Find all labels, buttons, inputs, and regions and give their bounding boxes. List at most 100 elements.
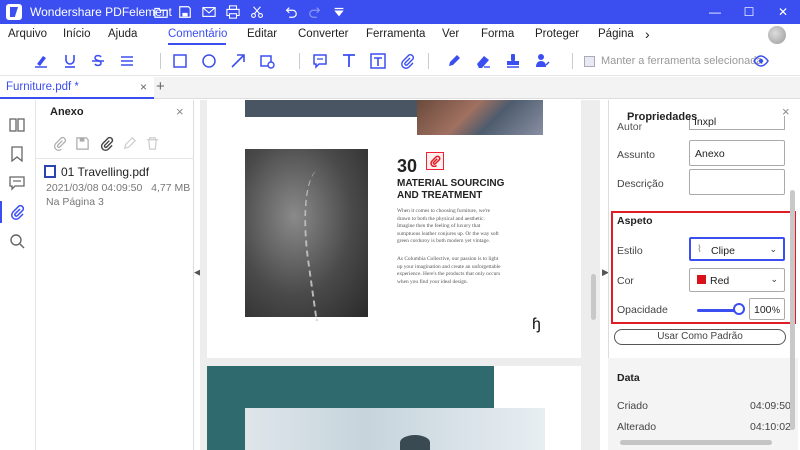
use-as-default-button[interactable]: Usar Como Padrão	[614, 329, 786, 345]
window-controls: — ☐ ✕	[698, 0, 800, 24]
stamp-icon[interactable]	[502, 52, 524, 70]
document-paragraph: When it comes to choosing furniture, we'…	[397, 208, 499, 245]
text-icon[interactable]	[338, 52, 360, 70]
textbox-icon[interactable]	[367, 52, 389, 70]
divider	[36, 158, 194, 159]
menu-converter[interactable]: Converter	[298, 28, 349, 40]
highlight-icon[interactable]	[30, 52, 52, 70]
attachment-date: 2021/03/08 04:09:50	[46, 182, 143, 194]
open-folder-icon[interactable]	[150, 2, 172, 22]
estilo-select[interactable]: ⌇ Clipe ⌄	[689, 237, 785, 261]
undo-icon[interactable]	[280, 2, 302, 22]
thumbnails-icon[interactable]	[6, 114, 28, 136]
print-icon[interactable]	[222, 2, 244, 22]
cursor-icon: ɧ	[532, 316, 541, 333]
assunto-field[interactable]: Anexo	[689, 140, 785, 166]
attachment-file-meta: 2021/03/08 04:09:50 4,77 MB	[46, 182, 190, 194]
pencil-icon[interactable]	[443, 52, 465, 70]
menu-arquivo[interactable]: Arquivo	[8, 28, 47, 40]
attach-icon[interactable]	[396, 52, 418, 70]
document-paragraph: As Columbia Collective, our passion is t…	[397, 256, 501, 285]
criado-label: Criado	[617, 400, 648, 412]
add-attachment-icon[interactable]	[50, 134, 68, 152]
page-header-band	[245, 100, 417, 117]
keep-tool-label: Manter a ferramenta selecionada	[601, 55, 763, 67]
signature-menu-icon[interactable]	[532, 52, 554, 70]
opacity-input[interactable]: 100 %	[749, 298, 785, 320]
menu-proteger[interactable]: Proteger	[535, 28, 579, 40]
minimize-icon[interactable]: —	[698, 0, 732, 24]
circle-icon[interactable]	[198, 52, 220, 70]
attachment-page: Na Página 3	[46, 196, 104, 208]
attachments-icon[interactable]	[6, 201, 28, 223]
attachment-annotation-icon[interactable]	[426, 152, 444, 170]
title-bar: Wondershare PDFelement — ☐ ✕	[0, 0, 800, 24]
menu-more-chevron-icon[interactable]: ›	[645, 26, 650, 42]
menu-ver[interactable]: Ver	[442, 28, 459, 40]
attachment-panel	[36, 100, 194, 450]
cor-value: Red	[710, 275, 730, 287]
arrow-icon[interactable]	[227, 52, 249, 70]
alterado-value: 04:10:02	[750, 421, 791, 433]
attachment-file-name[interactable]: 01 Travelling.pdf	[61, 165, 149, 179]
lines-menu-icon[interactable]	[117, 52, 139, 70]
quick-access-menu-icon[interactable]	[328, 2, 350, 22]
clip-icon: ⌇	[697, 244, 702, 255]
maximize-icon[interactable]: ☐	[732, 0, 766, 24]
document-scrollbar[interactable]	[591, 274, 596, 320]
close-window-icon[interactable]: ✕	[766, 0, 800, 24]
delete-attachment-icon[interactable]	[143, 134, 161, 152]
shape-menu-icon[interactable]	[257, 52, 279, 70]
leather-image	[245, 149, 368, 317]
menu-forma[interactable]: Forma	[481, 28, 514, 40]
menu-pagina[interactable]: Página	[598, 28, 634, 40]
properties-close-icon[interactable]: ×	[782, 104, 790, 119]
bookmark-icon[interactable]	[6, 143, 28, 165]
underline-icon[interactable]	[59, 52, 81, 70]
new-tab-icon[interactable]: +	[156, 78, 165, 95]
properties-title: Propriedades	[627, 111, 698, 123]
app-logo-icon	[6, 4, 22, 20]
active-menu-indicator	[168, 43, 226, 45]
menu-ferramenta[interactable]: Ferramenta	[366, 28, 425, 40]
properties-horizontal-scrollbar[interactable]	[620, 440, 772, 445]
search-icon[interactable]	[6, 230, 28, 252]
attachment-panel-close-icon[interactable]: ×	[176, 104, 184, 119]
note-icon[interactable]	[309, 52, 331, 70]
pdf-file-icon	[44, 165, 56, 178]
strikethrough-icon[interactable]	[87, 52, 109, 70]
user-avatar[interactable]	[768, 26, 786, 44]
interior-image	[245, 408, 545, 450]
cor-select[interactable]: Red ⌄	[689, 268, 785, 292]
edit-attachment-icon[interactable]	[120, 134, 138, 152]
mail-icon[interactable]	[198, 2, 220, 22]
attachment-panel-title: Anexo	[50, 106, 84, 118]
menu-editar[interactable]: Editar	[247, 28, 277, 40]
menu-ajuda[interactable]: Ajuda	[108, 28, 137, 40]
keep-tool-checkbox[interactable]	[584, 56, 595, 67]
properties-scrollbar[interactable]	[790, 190, 795, 430]
save-attachment-icon[interactable]	[73, 134, 91, 152]
lamp-shape	[400, 435, 430, 450]
chevron-down-icon: ⌄	[770, 274, 778, 284]
scissors-icon[interactable]	[246, 2, 268, 22]
autor-field[interactable]: Inxpl	[689, 116, 785, 130]
alterado-label: Alterado	[617, 421, 657, 433]
descricao-field[interactable]	[689, 169, 785, 195]
eye-icon[interactable]	[750, 52, 772, 70]
comments-icon[interactable]	[6, 172, 28, 194]
redo-icon[interactable]	[304, 2, 326, 22]
menu-inicio[interactable]: Início	[63, 28, 91, 40]
rectangle-icon[interactable]	[169, 52, 191, 70]
toolbar-separator	[572, 53, 573, 69]
opacity-unit: %	[771, 305, 780, 315]
attach-file-icon[interactable]	[97, 134, 115, 152]
aspeto-section-title: Aspeto	[617, 215, 653, 227]
save-icon[interactable]	[174, 2, 196, 22]
opacity-slider-handle[interactable]	[733, 303, 745, 315]
tab-close-icon[interactable]: ×	[140, 80, 147, 94]
menu-comentario[interactable]: Comentário	[168, 28, 227, 40]
eraser-icon[interactable]	[472, 52, 494, 70]
tab-label: Furniture.pdf *	[6, 81, 79, 93]
opacity-value: 100	[754, 304, 772, 316]
